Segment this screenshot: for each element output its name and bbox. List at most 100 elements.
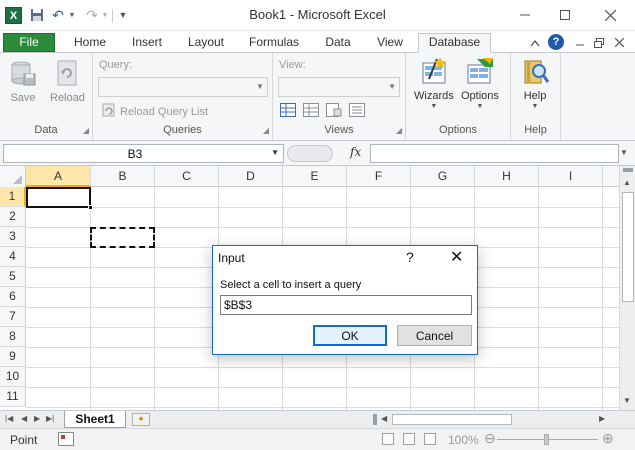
gridline — [26, 367, 619, 368]
window-close-icon[interactable] — [613, 35, 625, 50]
row-header-2[interactable]: 2 — [0, 207, 26, 227]
tab-formulas[interactable]: Formulas — [245, 34, 303, 53]
help-button[interactable]: Help ▼ — [520, 57, 550, 110]
chevron-down-icon[interactable]: ▼ — [271, 148, 279, 157]
grid-view-icon[interactable] — [303, 103, 319, 120]
reload-query-list-button[interactable]: Reload Query List — [102, 103, 208, 120]
column-header-f[interactable]: F — [347, 166, 411, 187]
row-header-4[interactable]: 4 — [0, 247, 26, 267]
column-header-e[interactable]: E — [283, 166, 347, 187]
scrollbar-corner — [619, 411, 635, 429]
scroll-thumb[interactable] — [622, 192, 634, 302]
dialog-close-icon[interactable]: ✕ — [450, 247, 463, 267]
column-header-c[interactable]: C — [155, 166, 219, 187]
zoom-out-icon[interactable]: ⊖ — [484, 430, 496, 447]
tab-layout[interactable]: Layout — [183, 34, 229, 53]
tab-insert[interactable]: Insert — [124, 34, 170, 53]
options-button[interactable]: Options ▼ — [461, 57, 499, 110]
close-button[interactable] — [595, 4, 625, 26]
redo-dropdown-icon[interactable]: ▼ — [101, 6, 109, 24]
table-view-icon[interactable] — [280, 103, 296, 120]
tab-file[interactable]: File — [3, 33, 55, 52]
window-minimize-icon[interactable] — [574, 35, 586, 50]
row-header-6[interactable]: 6 — [0, 287, 26, 307]
insert-function-icon[interactable]: fx — [350, 145, 361, 159]
cell-reference-input[interactable] — [220, 295, 472, 315]
select-all-button[interactable] — [0, 166, 26, 187]
column-header-h[interactable]: H — [475, 166, 539, 187]
last-sheet-icon[interactable]: ▶| — [46, 414, 54, 423]
undo-dropdown-icon[interactable]: ▼ — [68, 6, 76, 24]
help-icon[interactable]: ? — [548, 34, 564, 50]
split-handle[interactable] — [373, 414, 377, 425]
dialog-help-icon[interactable]: ? — [406, 249, 414, 265]
column-header-g[interactable]: G — [411, 166, 475, 187]
expand-formula-bar-icon[interactable]: ▼ — [620, 148, 628, 157]
zoom-slider-thumb[interactable] — [544, 434, 549, 445]
form-view-icon[interactable] — [326, 103, 342, 120]
zoom-in-icon[interactable]: ⊕ — [602, 430, 614, 447]
chevron-down-icon: ▼ — [256, 82, 264, 91]
first-sheet-icon[interactable]: |◀ — [5, 414, 13, 423]
query-combobox[interactable]: ▼ — [98, 77, 268, 97]
save-button[interactable]: Save — [8, 59, 38, 104]
dialog-launcher-icon[interactable]: ◢ — [263, 126, 269, 135]
page-layout-view-icon[interactable] — [403, 433, 415, 445]
wizards-button[interactable]: Wizards ▼ — [414, 57, 454, 110]
zoom-level[interactable]: 100% — [448, 433, 479, 447]
scroll-right-icon[interactable]: ▶ — [599, 414, 605, 423]
row-header-5[interactable]: 5 — [0, 267, 26, 287]
row-header-9[interactable]: 9 — [0, 347, 26, 367]
undo-icon[interactable]: ↶ — [50, 6, 66, 24]
row-header-8[interactable]: 8 — [0, 327, 26, 347]
normal-view-icon[interactable] — [382, 433, 394, 445]
macro-record-icon[interactable] — [58, 432, 74, 446]
chevron-down-icon: ▼ — [476, 103, 484, 110]
minimize-button[interactable] — [510, 4, 540, 26]
row-header-7[interactable]: 7 — [0, 307, 26, 327]
tab-view[interactable]: View — [370, 34, 410, 53]
column-header-i[interactable]: I — [539, 166, 603, 187]
row-header-10[interactable]: 10 — [0, 367, 26, 387]
tab-home[interactable]: Home — [68, 34, 112, 53]
sheet-tab-sheet1[interactable]: Sheet1 — [64, 411, 126, 428]
fill-handle[interactable] — [88, 205, 93, 210]
scroll-left-icon[interactable]: ◀ — [381, 414, 387, 423]
page-break-view-icon[interactable] — [424, 433, 436, 445]
tab-data[interactable]: Data — [318, 34, 358, 53]
name-box[interactable]: B3 ▼ — [3, 144, 284, 163]
selection-marquee-b3[interactable] — [90, 227, 155, 248]
list-view-icon[interactable] — [349, 103, 365, 120]
scroll-up-icon[interactable]: ▲ — [623, 178, 631, 187]
active-cell-a1[interactable] — [26, 187, 91, 208]
cancel-button[interactable]: Cancel — [397, 325, 472, 346]
horizontal-scroll-thumb[interactable] — [392, 414, 512, 425]
row-header-1[interactable]: 1 — [0, 187, 26, 207]
dialog-launcher-icon[interactable]: ◢ — [83, 126, 89, 135]
column-header-a[interactable]: A — [26, 166, 91, 187]
formula-input[interactable] — [370, 144, 619, 163]
tab-database[interactable]: Database — [418, 33, 491, 53]
insert-sheet-icon[interactable]: ✦ — [132, 413, 150, 426]
prev-sheet-icon[interactable]: ◀ — [21, 414, 27, 423]
row-header-3[interactable]: 3 — [0, 227, 26, 247]
row-header-11[interactable]: 11 — [0, 387, 26, 407]
maximize-button[interactable] — [550, 4, 580, 26]
customize-qat-icon[interactable]: ▼ — [118, 6, 128, 24]
next-sheet-icon[interactable]: ▶ — [34, 414, 40, 423]
column-header-b[interactable]: B — [91, 166, 155, 187]
scroll-down-icon[interactable]: ▼ — [623, 396, 631, 405]
split-handle[interactable] — [623, 168, 633, 172]
window-restore-icon[interactable] — [593, 35, 605, 50]
dialog-launcher-icon[interactable]: ◢ — [396, 126, 402, 135]
excel-app-icon[interactable]: X — [5, 7, 22, 24]
save-icon[interactable] — [28, 6, 46, 24]
reload-button[interactable]: Reload — [50, 59, 85, 104]
minimize-ribbon-icon[interactable] — [528, 35, 542, 50]
ok-button[interactable]: OK — [313, 325, 387, 346]
vertical-scrollbar[interactable]: ▲ ▼ — [619, 166, 635, 410]
column-header-d[interactable]: D — [219, 166, 283, 187]
view-combobox[interactable]: ▼ — [278, 77, 400, 97]
group-label-help: Help — [524, 124, 547, 136]
redo-icon[interactable]: ↷ — [84, 6, 100, 24]
